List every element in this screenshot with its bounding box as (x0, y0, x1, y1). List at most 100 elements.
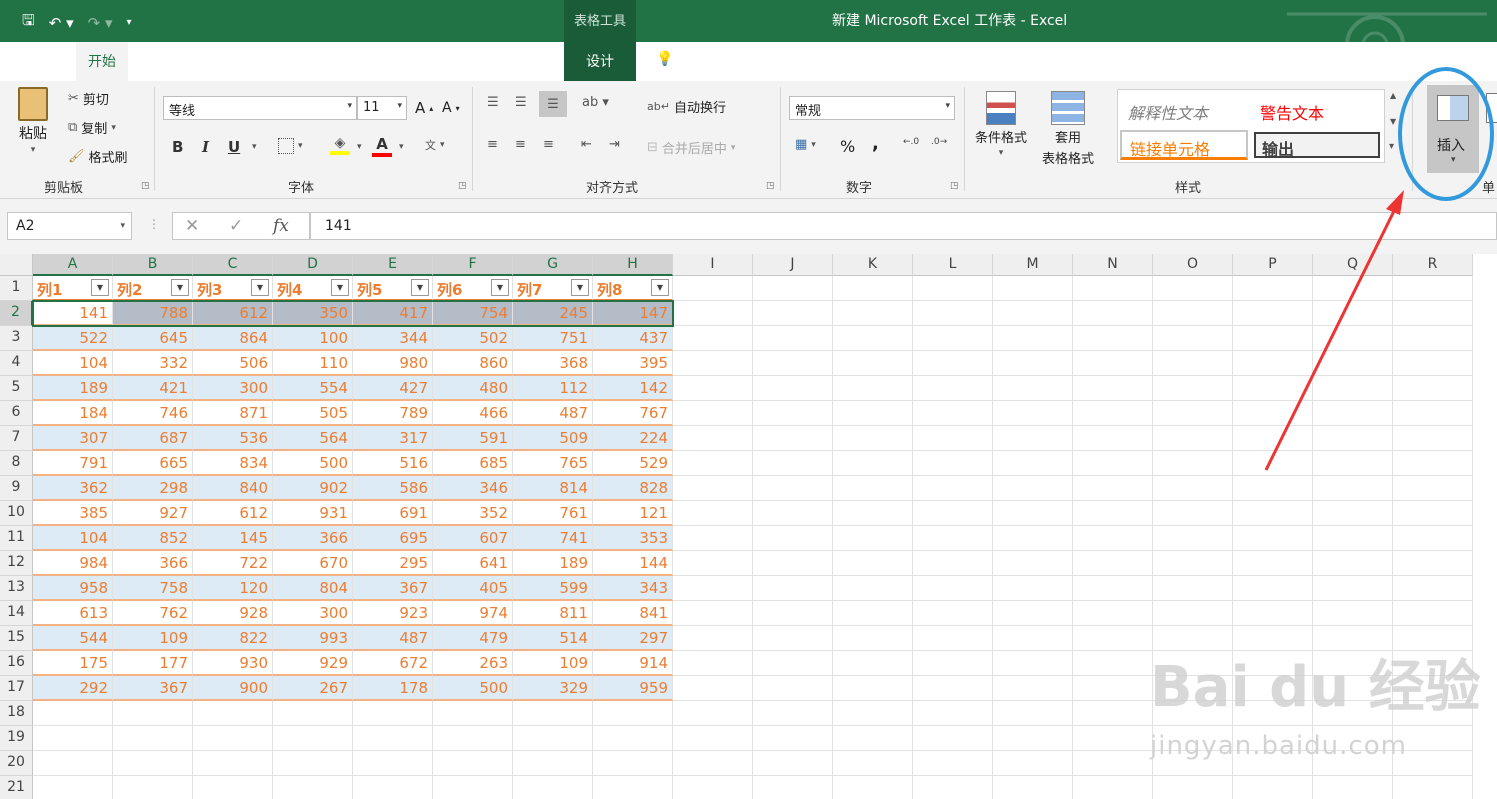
column-header[interactable]: B (113, 254, 193, 276)
font-name-combo[interactable]: 等线 ▾ (163, 96, 357, 120)
column-header[interactable]: I (673, 254, 753, 276)
table-cell[interactable]: 184 (33, 401, 113, 426)
empty-cell[interactable] (993, 326, 1073, 351)
empty-cell[interactable] (1073, 526, 1153, 551)
empty-cell[interactable] (1153, 601, 1233, 626)
column-header[interactable]: C (193, 254, 273, 276)
table-cell[interactable]: 500 (433, 676, 513, 701)
table-cell[interactable]: 480 (433, 376, 513, 401)
table-cell[interactable]: 828 (593, 476, 673, 501)
table-cell[interactable]: 500 (273, 451, 353, 476)
row-header[interactable]: 13 (0, 576, 33, 601)
table-cell[interactable]: 834 (193, 451, 273, 476)
style-linked-cell[interactable]: 链接单元格 (1120, 130, 1248, 160)
empty-cell[interactable] (1393, 476, 1473, 501)
empty-cell[interactable] (753, 726, 833, 751)
table-cell[interactable]: 758 (113, 576, 193, 601)
grow-font-button[interactable]: A ▴ (415, 99, 433, 117)
empty-cell[interactable] (833, 626, 913, 651)
table-cell[interactable]: 645 (113, 326, 193, 351)
empty-cell[interactable] (993, 651, 1073, 676)
row-header[interactable]: 4 (0, 351, 33, 376)
tab-formulas[interactable]: 公式 (289, 51, 317, 71)
italic-button[interactable]: I (202, 138, 209, 156)
row-header[interactable]: 12 (0, 551, 33, 576)
style-output[interactable]: 输出 (1254, 132, 1380, 159)
empty-cell[interactable] (1153, 476, 1233, 501)
number-launcher-icon[interactable]: ◳ (950, 181, 959, 191)
table-cell[interactable]: 509 (513, 426, 593, 451)
table-header-cell[interactable]: 列6 ▼ (433, 276, 513, 301)
empty-cell[interactable] (833, 551, 913, 576)
wrap-text-button[interactable]: ab↵ 自动换行 (647, 97, 726, 116)
table-cell[interactable]: 974 (433, 601, 513, 626)
column-header[interactable]: Q (1313, 254, 1393, 276)
empty-cell[interactable] (833, 676, 913, 701)
empty-cell[interactable] (673, 376, 753, 401)
column-header[interactable]: D (273, 254, 353, 276)
empty-cell[interactable] (1233, 776, 1313, 799)
copy-button[interactable]: ⧉ 复制 ▾ (68, 118, 116, 137)
empty-cell[interactable] (993, 376, 1073, 401)
empty-cell[interactable] (1153, 426, 1233, 451)
empty-cell[interactable] (753, 476, 833, 501)
empty-cell[interactable] (1393, 426, 1473, 451)
table-cell[interactable]: 307 (33, 426, 113, 451)
table-header-cell[interactable]: 列7 ▼ (513, 276, 593, 301)
borders-button[interactable]: ▾ (278, 138, 303, 154)
table-cell[interactable]: 789 (353, 401, 433, 426)
empty-cell[interactable] (753, 426, 833, 451)
table-cell[interactable]: 366 (273, 526, 353, 551)
empty-cell[interactable] (433, 776, 513, 799)
empty-cell[interactable] (1233, 501, 1313, 526)
row-header[interactable]: 18 (0, 701, 33, 726)
empty-cell[interactable] (913, 776, 993, 799)
empty-cell[interactable] (993, 401, 1073, 426)
column-header[interactable]: E (353, 254, 433, 276)
table-cell[interactable]: 297 (593, 626, 673, 651)
empty-cell[interactable] (193, 776, 273, 799)
row-header[interactable]: 15 (0, 626, 33, 651)
table-cell[interactable]: 437 (593, 326, 673, 351)
empty-cell[interactable] (1313, 776, 1393, 799)
empty-cell[interactable] (673, 276, 753, 301)
table-cell[interactable]: 852 (113, 526, 193, 551)
empty-cell[interactable] (673, 426, 753, 451)
format-as-table-button[interactable]: 套用 表格格式 (1042, 91, 1094, 167)
filter-dropdown-icon[interactable]: ▼ (651, 279, 669, 296)
table-cell[interactable]: 751 (513, 326, 593, 351)
filter-dropdown-icon[interactable]: ▼ (411, 279, 429, 296)
row-header[interactable]: 8 (0, 451, 33, 476)
empty-cell[interactable] (1153, 401, 1233, 426)
empty-cell[interactable] (1073, 676, 1153, 701)
empty-cell[interactable] (753, 301, 833, 326)
empty-cell[interactable] (753, 326, 833, 351)
comma-button[interactable]: , (872, 133, 879, 154)
empty-cell[interactable] (273, 776, 353, 799)
empty-cell[interactable] (673, 651, 753, 676)
empty-cell[interactable] (1233, 351, 1313, 376)
empty-cell[interactable] (1393, 401, 1473, 426)
empty-cell[interactable] (1313, 451, 1393, 476)
empty-cell[interactable] (1073, 626, 1153, 651)
empty-cell[interactable] (993, 601, 1073, 626)
table-cell[interactable]: 104 (33, 526, 113, 551)
empty-cell[interactable] (1393, 301, 1473, 326)
empty-cell[interactable] (1313, 401, 1393, 426)
table-cell[interactable]: 112 (513, 376, 593, 401)
table-header-cell[interactable]: 列5 ▼ (353, 276, 433, 301)
table-cell[interactable]: 665 (113, 451, 193, 476)
empty-cell[interactable] (913, 401, 993, 426)
table-cell[interactable]: 502 (433, 326, 513, 351)
table-cell[interactable]: 263 (433, 651, 513, 676)
empty-cell[interactable] (1233, 301, 1313, 326)
table-cell[interactable]: 902 (273, 476, 353, 501)
empty-cell[interactable] (993, 776, 1073, 799)
empty-cell[interactable] (593, 751, 673, 776)
clipboard-launcher-icon[interactable]: ◳ (141, 181, 150, 191)
table-header-cell[interactable]: 列3 ▼ (193, 276, 273, 301)
empty-cell[interactable] (1233, 426, 1313, 451)
table-cell[interactable]: 811 (513, 601, 593, 626)
table-cell[interactable]: 505 (273, 401, 353, 426)
conditional-format-button[interactable]: 条件格式 ▾ (975, 91, 1027, 158)
